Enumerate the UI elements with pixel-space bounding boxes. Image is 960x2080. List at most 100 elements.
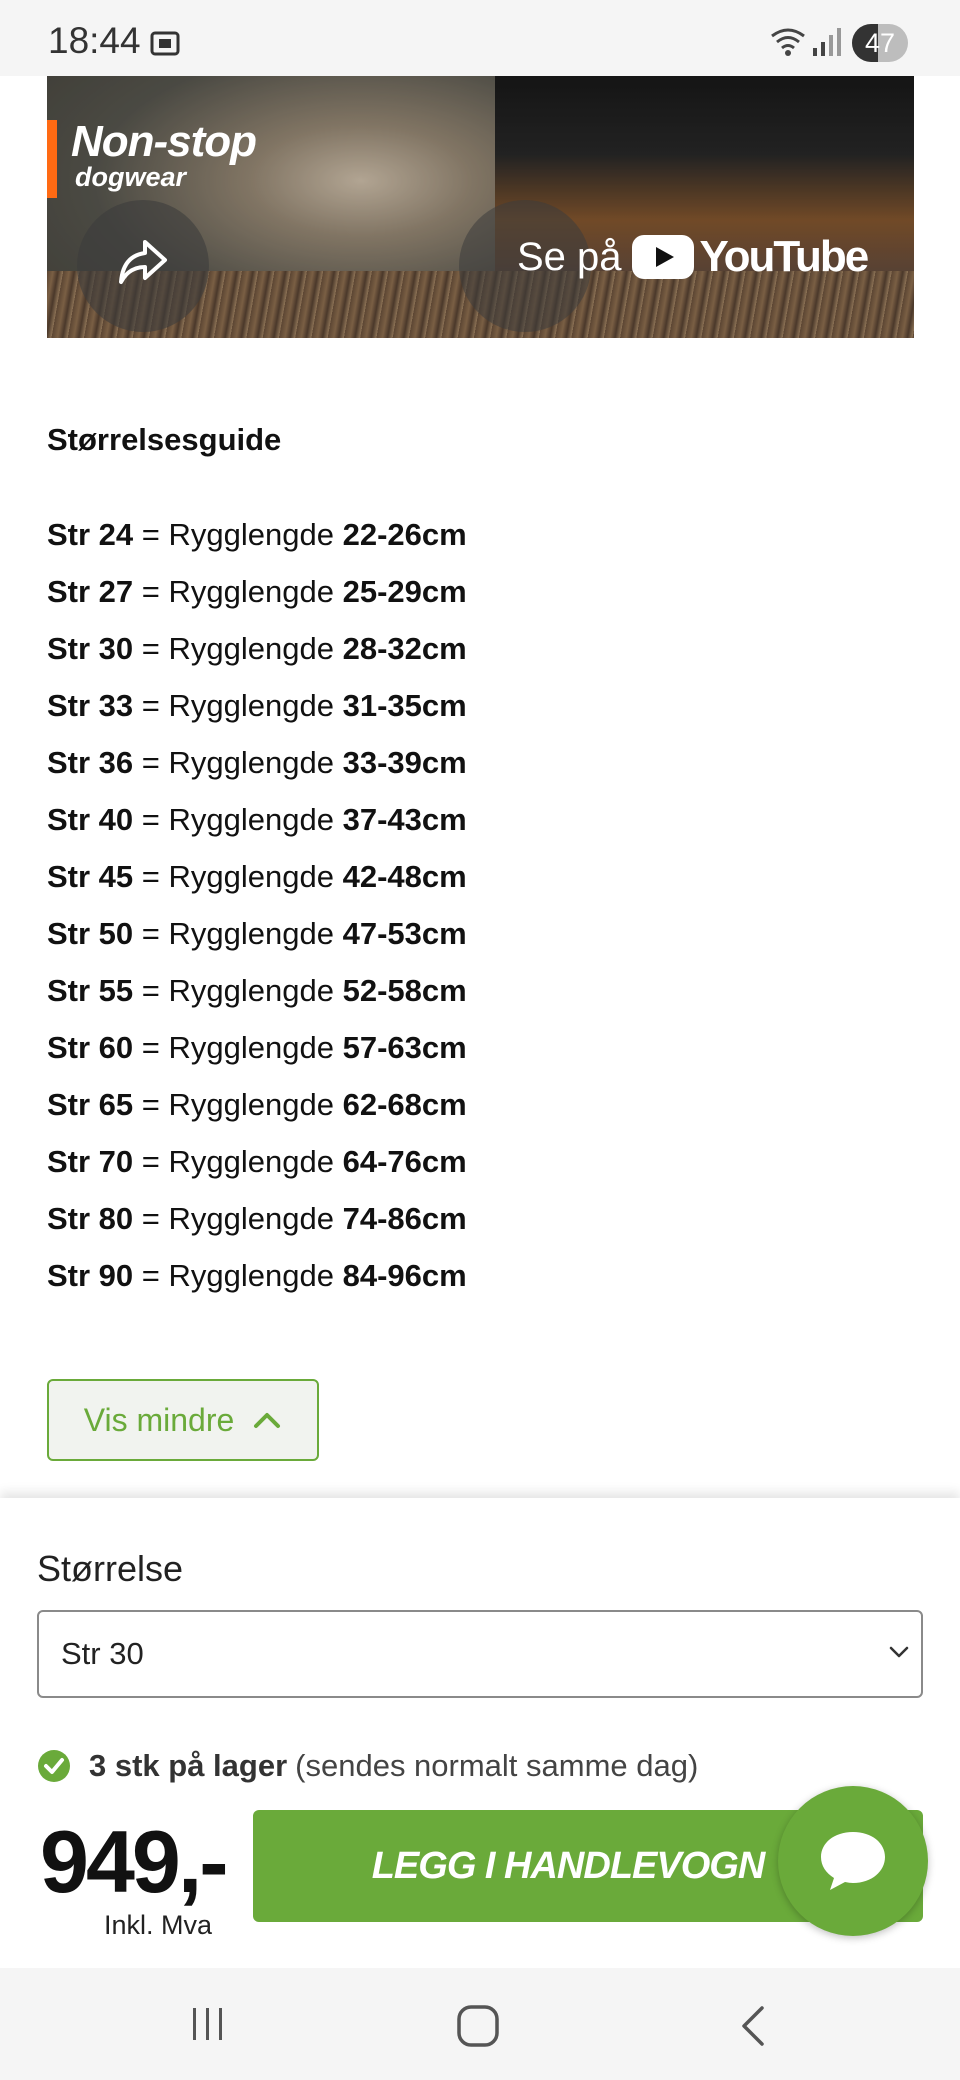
share-icon	[119, 240, 167, 284]
size-guide-size: Str 90	[47, 1258, 134, 1293]
size-guide-label: Rygglengde	[168, 1258, 334, 1293]
check-circle-icon	[38, 1750, 70, 1782]
home-icon	[457, 2005, 499, 2047]
size-guide-separator: =	[133, 916, 169, 951]
size-guide-range: 62-68cm	[342, 1087, 467, 1122]
size-guide-title: Størrelsesguide	[47, 422, 282, 457]
video-embed[interactable]: Non-stop dogwear Se på YouTube	[47, 76, 914, 338]
chat-button[interactable]	[778, 1786, 928, 1936]
size-guide-size: Str 70	[47, 1144, 134, 1179]
size-guide-range: 28-32cm	[342, 631, 467, 666]
chevron-up-icon	[254, 1413, 281, 1428]
size-guide: Størrelsesguide Str 24 = Rygglengde 22-2…	[47, 420, 917, 1304]
size-guide-row: Str 36 = Rygglengde 33-39cm	[47, 734, 917, 791]
size-guide-label: Rygglengde	[168, 916, 334, 951]
size-guide-label: Rygglengde	[168, 517, 334, 552]
size-guide-label: Rygglengde	[168, 631, 334, 666]
size-guide-size: Str 40	[47, 802, 134, 837]
watch-label: Se på	[517, 234, 622, 279]
recents-icon	[193, 2008, 222, 2040]
size-guide-row: Str 33 = Rygglengde 31-35cm	[47, 677, 917, 734]
size-guide-row: Str 60 = Rygglengde 57-63cm	[47, 1019, 917, 1076]
size-guide-separator: =	[133, 802, 169, 837]
brand-logo-line2: dogwear	[75, 162, 187, 192]
youtube-wordmark: YouTube	[699, 232, 870, 281]
share-button[interactable]	[77, 200, 209, 332]
size-guide-separator: =	[133, 1030, 169, 1065]
status-time: 18:44	[48, 20, 141, 61]
nav-back-button[interactable]	[694, 1968, 814, 2080]
size-guide-separator: =	[133, 517, 169, 552]
size-guide-size: Str 30	[47, 631, 134, 666]
size-guide-size: Str 55	[47, 973, 134, 1008]
add-to-cart-label: LEGG I HANDLEVOGN	[371, 1844, 766, 1887]
vat-note: Inkl. Mva	[104, 1910, 213, 1940]
size-guide-label: Rygglengde	[168, 859, 334, 894]
size-guide-size: Str 27	[47, 574, 134, 609]
stock-count: 3 stk på lager	[89, 1748, 288, 1783]
size-guide-label: Rygglengde	[168, 688, 334, 723]
size-guide-size: Str 33	[47, 688, 134, 723]
youtube-play-icon	[631, 235, 694, 279]
size-guide-range: 64-76cm	[342, 1144, 467, 1179]
size-guide-row: Str 24 = Rygglengde 22-26cm	[47, 506, 917, 563]
size-guide-size: Str 50	[47, 916, 134, 951]
size-guide-label: Rygglengde	[168, 574, 334, 609]
size-guide-label: Rygglengde	[168, 1144, 334, 1179]
size-guide-label: Rygglengde	[168, 973, 334, 1008]
size-guide-separator: =	[133, 973, 169, 1008]
size-guide-row: Str 55 = Rygglengde 52-58cm	[47, 962, 917, 1019]
size-guide-label: Rygglengde	[168, 802, 334, 837]
youtube-logo: YouTube	[631, 232, 870, 282]
size-label: Størrelse	[37, 1548, 184, 1589]
size-guide-range: 37-43cm	[342, 802, 467, 837]
size-guide-range: 31-35cm	[342, 688, 467, 723]
size-guide-size: Str 65	[47, 1087, 134, 1122]
size-guide-list: Str 24 = Rygglengde 22-26cm Str 27 = Rygg…	[47, 506, 917, 1304]
size-guide-row: Str 45 = Rygglengde 42-48cm	[47, 848, 917, 905]
signal-icon	[812, 26, 842, 63]
size-guide-size: Str 24	[47, 517, 134, 552]
size-guide-range: 47-53cm	[342, 916, 467, 951]
nav-recents-button[interactable]	[148, 1968, 268, 2080]
size-guide-separator: =	[133, 859, 169, 894]
size-guide-label: Rygglengde	[168, 1030, 334, 1065]
size-guide-size: Str 45	[47, 859, 134, 894]
screenshot-icon	[148, 26, 182, 65]
price: 949,-	[40, 1812, 229, 1911]
size-guide-label: Rygglengde	[168, 1201, 334, 1236]
size-select-value: Str 30	[61, 1636, 144, 1671]
size-guide-range: 74-86cm	[342, 1201, 467, 1236]
size-guide-row: Str 30 = Rygglengde 28-32cm	[47, 620, 917, 677]
size-guide-size: Str 60	[47, 1030, 134, 1065]
status-bar: 18:44 47	[0, 0, 960, 76]
show-less-label: Vis mindre	[83, 1401, 235, 1438]
size-guide-range: 33-39cm	[342, 745, 467, 780]
size-guide-separator: =	[133, 631, 169, 666]
size-select[interactable]: Str 30	[37, 1610, 923, 1698]
battery-percent: 47	[864, 28, 896, 58]
size-guide-separator: =	[133, 1087, 169, 1122]
chat-icon	[821, 1832, 885, 1890]
size-guide-separator: =	[133, 1201, 169, 1236]
watch-on-youtube[interactable]: Se på YouTube	[517, 226, 870, 288]
size-guide-row: Str 90 = Rygglengde 84-96cm	[47, 1247, 917, 1304]
chevron-down-icon	[889, 1646, 909, 1658]
size-guide-separator: =	[133, 1258, 169, 1293]
size-guide-separator: =	[133, 574, 169, 609]
size-guide-separator: =	[133, 745, 169, 780]
size-guide-row: Str 65 = Rygglengde 62-68cm	[47, 1076, 917, 1133]
size-guide-range: 52-58cm	[342, 973, 467, 1008]
size-guide-separator: =	[133, 688, 169, 723]
stock-status: 3 stk på lager (sendes normalt samme dag…	[37, 1746, 698, 1786]
brand-logo: Non-stop dogwear	[47, 120, 257, 198]
size-guide-row: Str 70 = Rygglengde 64-76cm	[47, 1133, 917, 1190]
size-guide-label: Rygglengde	[168, 745, 334, 780]
back-icon	[742, 2006, 764, 2046]
stock-note: (sendes normalt samme dag)	[295, 1748, 699, 1783]
size-guide-row: Str 50 = Rygglengde 47-53cm	[47, 905, 917, 962]
size-guide-row: Str 80 = Rygglengde 74-86cm	[47, 1190, 917, 1247]
show-less-button[interactable]: Vis mindre	[47, 1379, 319, 1461]
size-guide-row: Str 40 = Rygglengde 37-43cm	[47, 791, 917, 848]
nav-home-button[interactable]	[416, 1968, 536, 2080]
